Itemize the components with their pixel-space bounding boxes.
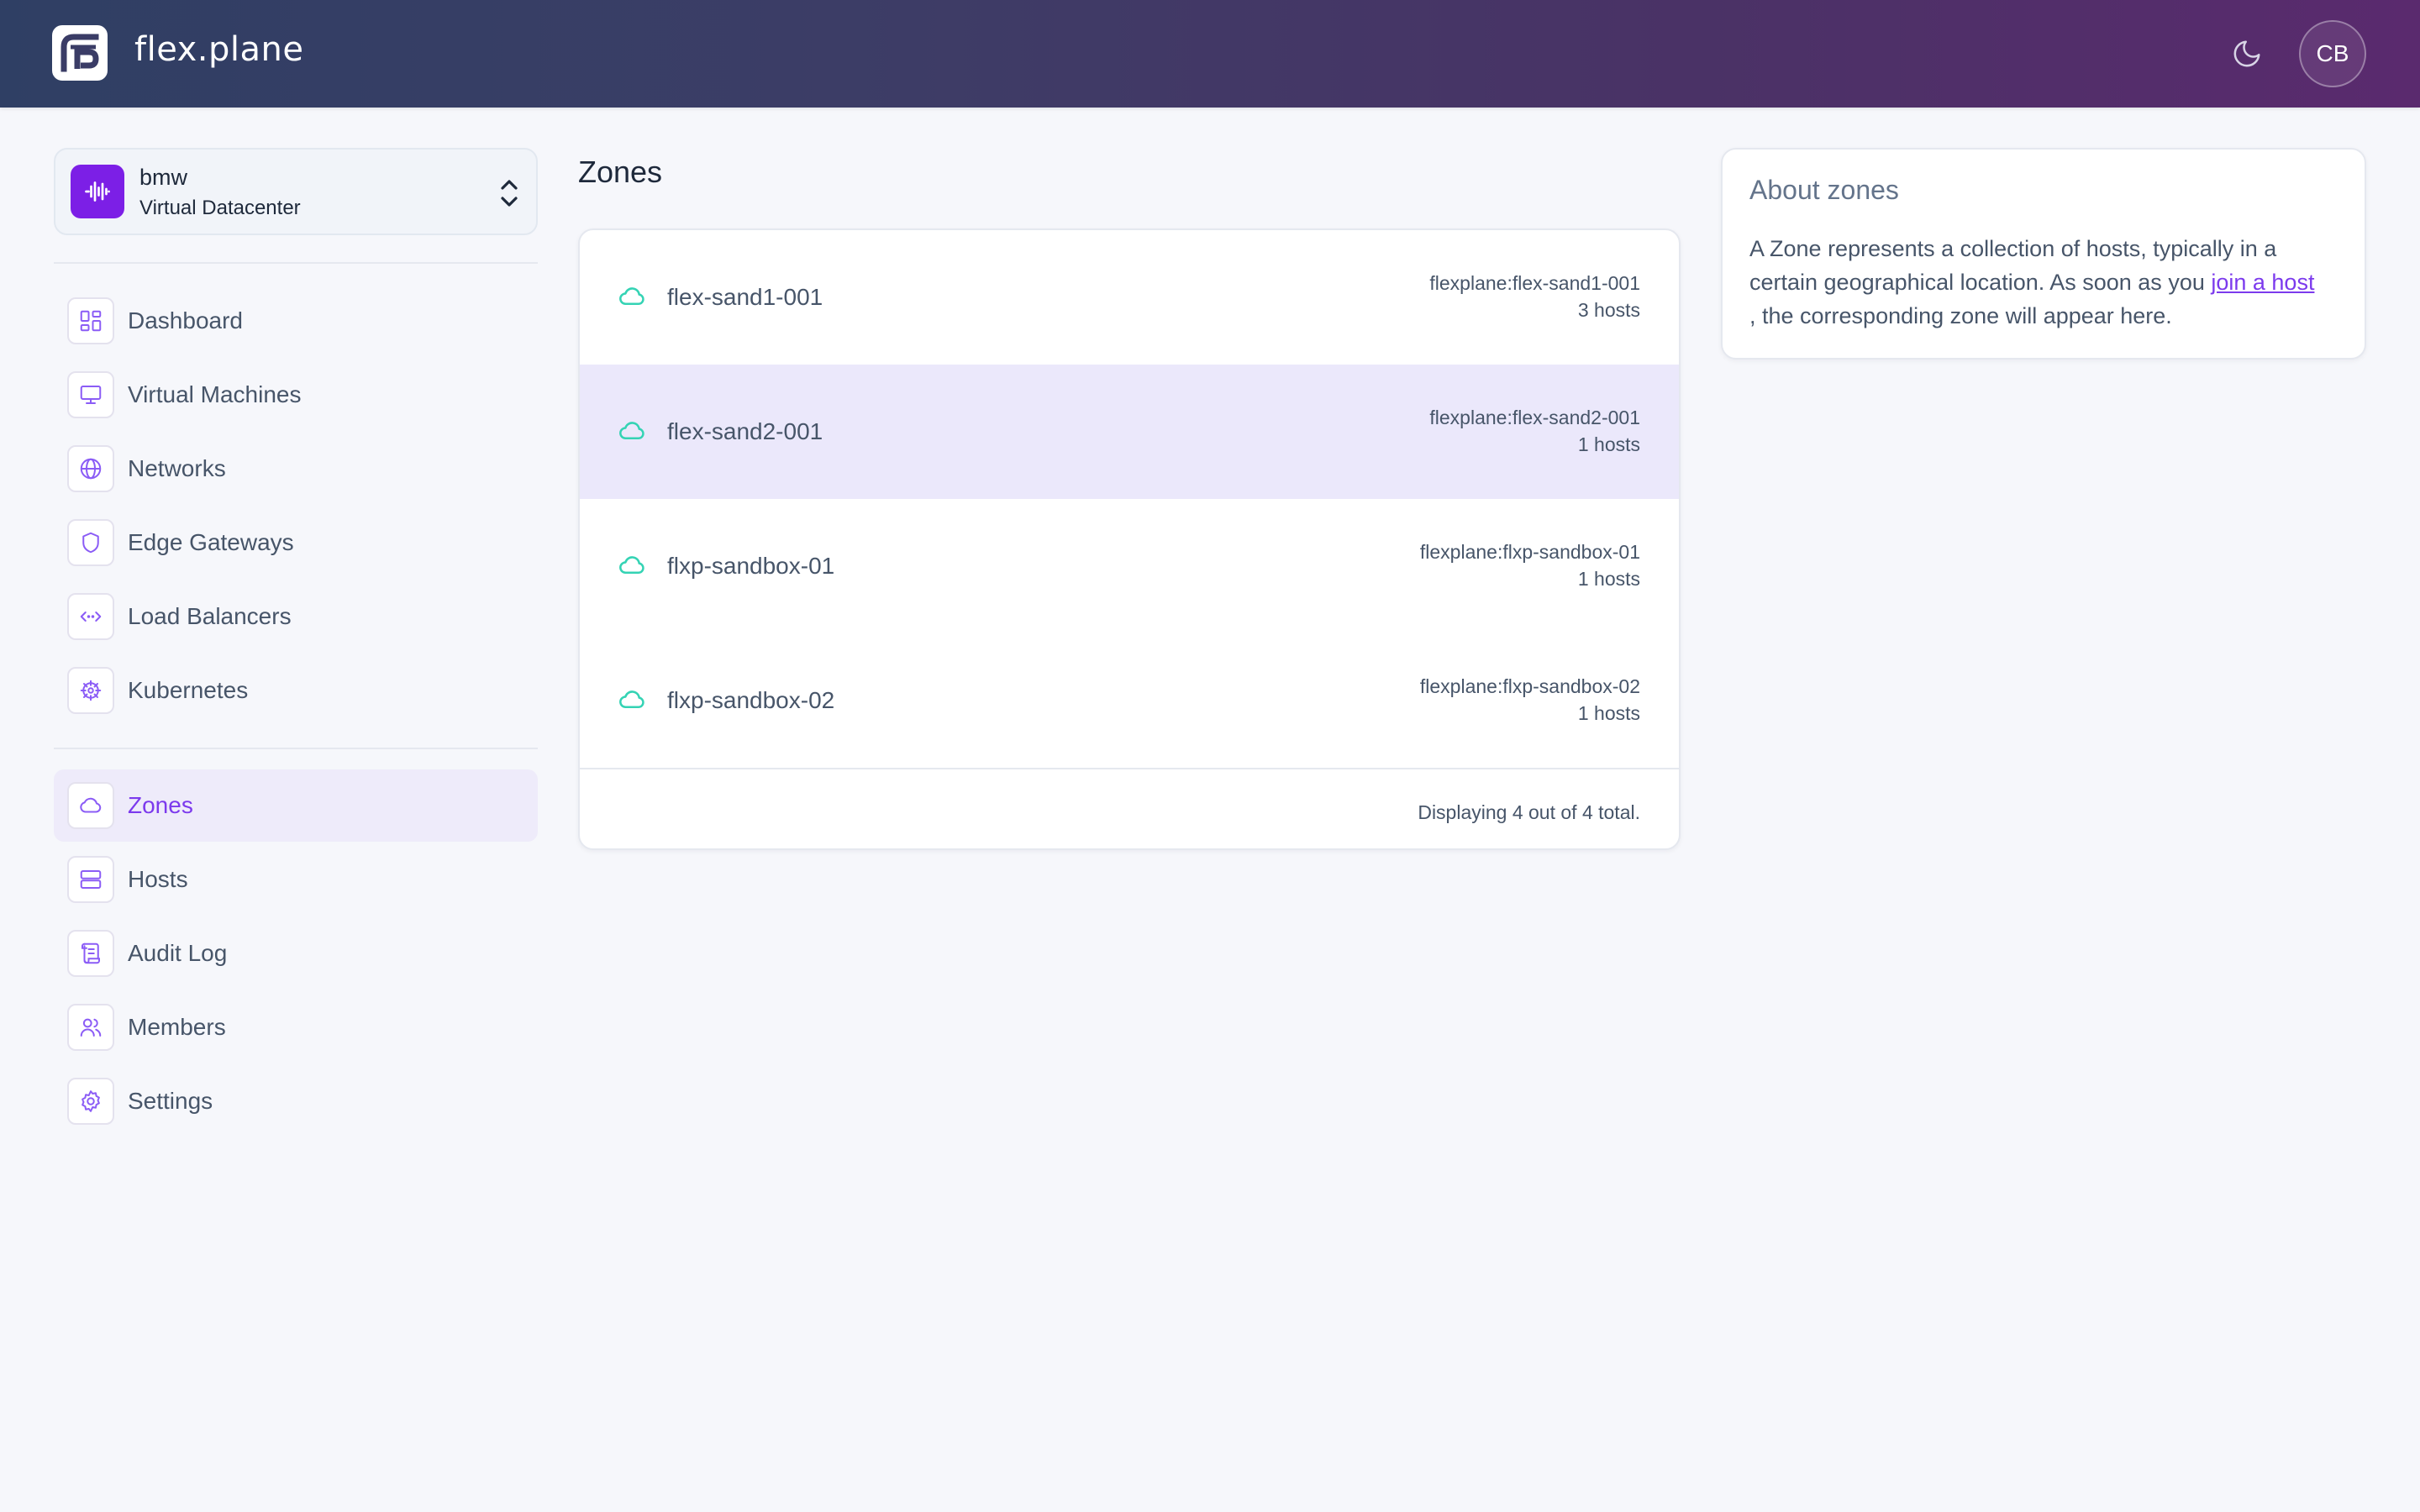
sidebar-item-label: Edge Gateways [128,529,294,555]
sidebar-item-virtual-machines[interactable]: Virtual Machines [54,359,538,431]
zone-host-count: 1 hosts [1577,433,1640,455]
zone-identifier: flexplane:flex-sand1-001 [1429,272,1640,294]
sidebar-item-members[interactable]: Members [54,991,538,1063]
zone-name: flxp-sandbox-01 [667,553,835,579]
globe-icon [67,445,114,492]
cloud-icon [67,782,114,829]
zone-identifier: flexplane:flxp-sandbox-02 [1419,675,1640,697]
zone-host-count: 1 hosts [1577,568,1640,590]
about-title: About zones [1749,175,1899,205]
zone-row[interactable]: flex-sand2-001 flexplane:flex-sand2-001 … [580,365,1679,499]
sidebar-divider [54,262,538,264]
sidebar-item-hosts[interactable]: Hosts [54,843,538,916]
sidebar-item-label: Hosts [128,866,188,892]
cloud-icon [619,690,644,709]
sidebar-item-label: Dashboard [128,307,243,333]
join-host-link[interactable]: join a host [2211,270,2314,295]
user-avatar[interactable]: CB [2299,20,2366,87]
zone-host-count: 3 hosts [1577,299,1640,321]
zone-identifier: flexplane:flex-sand2-001 [1429,407,1640,428]
shield-icon [67,519,114,566]
sidebar-divider [54,748,538,749]
gear-icon [67,1078,114,1125]
zone-row[interactable]: flex-sand1-001 flexplane:flex-sand1-001 … [580,230,1679,365]
moon-icon [2233,40,2260,67]
sidebar-item-dashboard[interactable]: Dashboard [54,285,538,357]
org-name: bmw [139,165,188,190]
zone-name: flex-sand2-001 [667,418,823,444]
sidebar-item-label: Kubernetes [128,677,249,703]
cloud-icon [619,556,644,575]
zone-name: flex-sand1-001 [667,284,823,310]
brand-name[interactable]: flex.plane [134,30,303,69]
org-switcher[interactable]: bmw Virtual Datacenter [54,148,538,235]
sidebar-item-networks[interactable]: Networks [54,433,538,505]
zone-row[interactable]: flxp-sandbox-02 flexplane:flxp-sandbox-0… [580,633,1679,768]
sidebar-item-zones[interactable]: Zones [54,769,538,842]
flexplane-logo-icon[interactable] [52,25,108,81]
zone-name: flxp-sandbox-02 [667,687,835,713]
chevron-up-down-icon [501,180,518,207]
monitor-icon [67,371,114,418]
zones-list: flex-sand1-001 flexplane:flex-sand1-001 … [578,228,1681,850]
pagination-footer: Displaying 4 out of 4 total. [580,768,1679,848]
about-zones-panel: About zones A Zone represents a collecti… [1721,148,2366,360]
sidebar-item-edge-gateways[interactable]: Edge Gateways [54,507,538,579]
top-bar: flex.plane CB [0,0,2420,108]
zone-row[interactable]: flxp-sandbox-01 flexplane:flxp-sandbox-0… [580,499,1679,633]
sidebar-item-settings[interactable]: Settings [54,1065,538,1137]
pagination-summary: Displaying 4 out of 4 total. [1418,801,1640,823]
sidebar-item-label: Settings [128,1088,213,1114]
sidebar-item-load-balancers[interactable]: Load Balancers [54,580,538,653]
cloud-icon [619,287,644,306]
users-icon [67,1004,114,1051]
server-icon [67,856,114,903]
sidebar-item-label: Audit Log [128,940,228,966]
about-text: A Zone represents a collection of hosts,… [1749,236,2277,295]
dashboard-icon [67,297,114,344]
sidebar-item-kubernetes[interactable]: Kubernetes [54,654,538,727]
cloud-icon [619,422,644,440]
waveform-icon [71,165,124,218]
sidebar-item-label: Load Balancers [128,603,292,629]
sidebar-item-label: Networks [128,455,226,481]
about-description: A Zone represents a collection of hosts,… [1749,232,2348,333]
sidebar-item-audit-log[interactable]: Audit Log [54,917,538,990]
helm-icon [67,667,114,714]
sidebar-item-label: Zones [128,792,193,818]
zone-host-count: 1 hosts [1577,702,1640,724]
org-type: Virtual Datacenter [139,197,301,219]
sidebar-item-label: Virtual Machines [128,381,302,407]
page-title: Zones [578,155,663,189]
scroll-icon [67,930,114,977]
about-text: , the corresponding zone will appear her… [1749,303,2172,328]
sidebar-item-label: Members [128,1014,226,1040]
zone-identifier: flexplane:flxp-sandbox-01 [1419,541,1640,563]
code-icon [67,593,114,640]
dark-mode-toggle[interactable] [2228,35,2265,72]
